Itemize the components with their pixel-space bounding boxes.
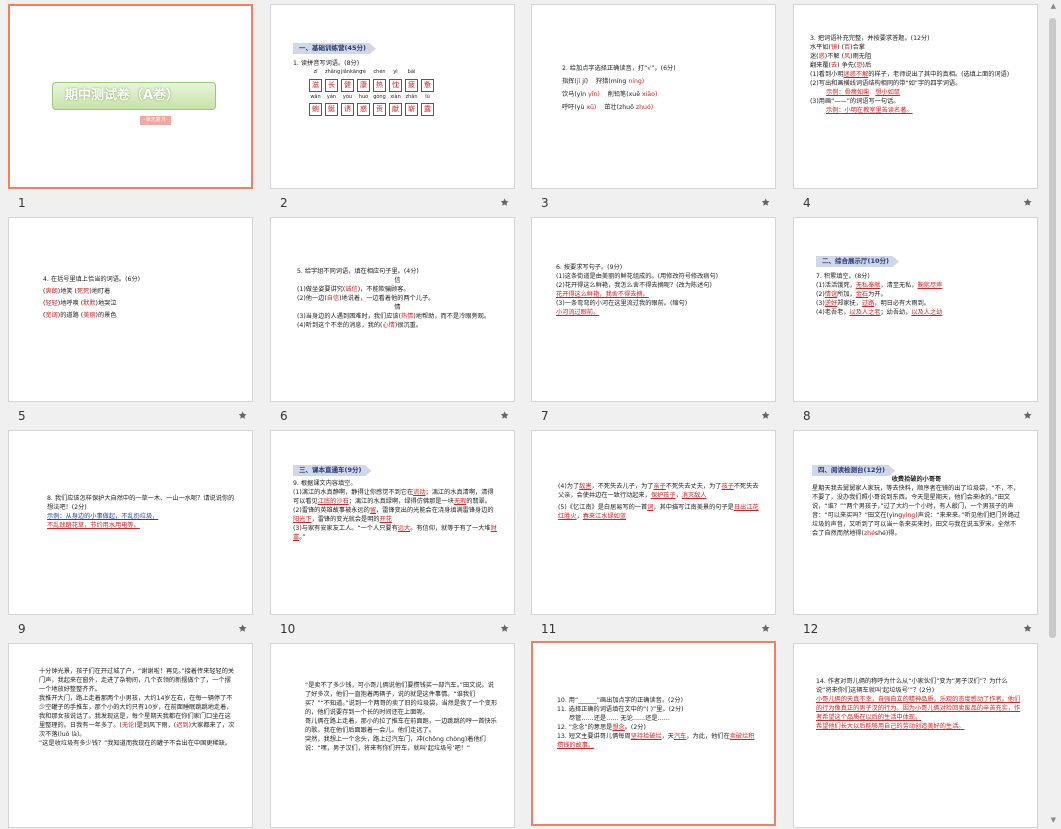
star-icon[interactable]: 🟊 <box>500 620 509 637</box>
star-icon[interactable]: 🟊 <box>761 407 770 424</box>
slide-thumbnail-15[interactable]: 10. 用“______”画出加点字的正确读音。(2分) 11. 选择正确的词语… <box>531 641 776 826</box>
question: 2. 给加点字选择正确读音，打“√”。(6分) <box>562 65 676 72</box>
pinyin-text: jiǎnkāng <box>341 69 363 76</box>
char-box: 蜒 <box>325 102 338 116</box>
star-icon[interactable]: 🟊 <box>761 194 770 211</box>
pinyin-row-1: zī zhǎng jiǎnkāng rè chén yì bài <box>309 69 498 76</box>
section-banner: 三、课本直通车(9分) <box>293 465 372 477</box>
question: 8. 我们应该怎样保护大自然中的一草一木、一山一水呢？请说说你的想法吧！(2分) <box>47 495 235 511</box>
slide-thumbnail-14[interactable]: “是卖不了多少钱，可小哥儿俩说他们要攒钱买一部汽车。”田文说。说了好多次，他们一… <box>270 643 515 828</box>
slide-number: 2 <box>280 196 288 210</box>
pinyin-text: yòu <box>342 93 353 100</box>
slide-title: 期中测试卷（A卷） <box>52 82 216 110</box>
slide-thumbnail-8[interactable]: 二、综合展示厅(10分) 7. 积累填空。(8分) (1)活活饿死，无私奉献，清… <box>793 217 1038 423</box>
pinyin-text: gòng <box>373 93 386 100</box>
slide-number: 11 <box>541 622 557 636</box>
section-banner: 二、综合展示厅(10分) <box>816 256 899 268</box>
slide-thumbnail-9[interactable]: 8. 我们应该怎样保护大自然中的一草一木、一山一水呢？请说说你的想法吧！(2分)… <box>8 430 253 636</box>
slide-thumbnail-4[interactable]: 3. 把词语补充完整，并按要求答题。(12分) 水平如(镜) (百)合掌 迷(惑… <box>793 4 1038 210</box>
slide-number: 6 <box>280 409 288 423</box>
char-box-row-2: 蜿蜒诱惑贡献崭露 <box>309 102 498 116</box>
slide-thumbnail-12[interactable]: 四、阅读检测台(12分) 收费拾破的小哥哥 星期天我去舅舅家人家玩，等去快料，顺… <box>793 430 1038 636</box>
question: 3. 把词语补充完整，并按要求答题。(12分) <box>810 35 930 42</box>
slide-thumbnail-3[interactable]: 2. 给加点字选择正确读音，打“√”。(6分) 指挥(jǐ jí) 狩猎(mín… <box>531 4 776 210</box>
scroll-thumb[interactable] <box>1049 18 1056 638</box>
star-icon[interactable]: 🟊 <box>500 407 509 424</box>
pinyin-text: zī <box>313 69 318 76</box>
pinyin-text: rè <box>360 69 367 76</box>
slide-thumbnail-5[interactable]: 4. 在括号里填上恰当的词语。(6分) (爽朗)地笑 (死死)地盯着 (轻轻)地… <box>8 217 253 423</box>
slide-number: 12 <box>803 622 819 636</box>
pinyin-text: wān <box>310 93 321 100</box>
question: 6. 按要求写句子。(9分) <box>556 264 623 271</box>
slide-thumbnail-6[interactable]: 5. 给字组不同词语，填在相应句子里。(4分) 信 (1)做坐姿要讲究(诚信)，… <box>270 217 515 423</box>
slide-thumbnail-11[interactable]: (4)为了敌害，不死失去儿子，为了亲子不死失去丈夫，为了孩子不死失去父亲，会使井… <box>531 430 776 636</box>
char-box: 露 <box>421 102 434 116</box>
char-box: 贡 <box>373 102 386 116</box>
star-icon[interactable]: 🟊 <box>238 620 247 637</box>
star-icon[interactable]: 🟊 <box>1023 620 1032 637</box>
slide-number: 9 <box>18 622 26 636</box>
char-box: 献 <box>389 102 402 116</box>
pinyin-text: chén <box>373 69 386 76</box>
char-box: 惑 <box>357 102 370 116</box>
char-box-row-1: 滋长健康热忱疲惫 <box>309 78 498 92</box>
passage-text: 星期天我去舅舅家人家玩，等去快料，顺序者在镜的出了垃圾袋，“不，不，不要了，没办… <box>812 485 1021 538</box>
char-box: 蜿 <box>309 102 322 116</box>
char-box: 康 <box>357 78 370 92</box>
star-icon[interactable]: 🟊 <box>500 194 509 211</box>
question: 4. 在括号里填上恰当的词语。(6分) <box>43 276 141 283</box>
star-icon[interactable]: 🟊 <box>238 407 247 424</box>
char-box: 诱 <box>341 102 354 116</box>
scroll-up-icon[interactable]: ▲ <box>1051 2 1056 10</box>
slide-thumbnail-1[interactable]: 期中测试卷（A卷） ·单元复习· 1 <box>8 4 253 210</box>
vertical-scrollbar[interactable]: ▲ ▼ <box>1049 0 1059 829</box>
pinyin-text: bài <box>407 69 416 76</box>
slide-number: 3 <box>541 196 549 210</box>
char-box: 滋 <box>309 78 322 92</box>
slide-number: 4 <box>803 196 811 210</box>
pinyin-text: yì <box>393 69 398 76</box>
section-banner: 一、基础训练营(45分) <box>293 43 376 55</box>
pinyin-row-2: wān yán yòu huò gòng xiàn zhǎn lù <box>309 94 498 101</box>
star-icon[interactable]: 🟊 <box>761 620 770 637</box>
slide-number: 5 <box>18 409 26 423</box>
char-box: 热 <box>373 78 386 92</box>
slide-thumbnail-13[interactable]: 十分钟光景，孩子们在开过城了户，“谢谢啦！再见。”接着传来轻轻的关门声，我起来在… <box>8 643 253 828</box>
slide-thumbnail-10[interactable]: 三、课本直通车(9分) 9. 根据课文内容填空。 (1)漓江的水真静啊，静得让你… <box>270 430 515 636</box>
pinyin-text: lù <box>425 93 430 100</box>
char-box: 惫 <box>421 78 434 92</box>
char-box: 忱 <box>389 78 402 92</box>
pinyin-text: xiàn <box>390 93 401 100</box>
pinyin-text: yán <box>326 93 337 100</box>
char-box: 崭 <box>405 102 418 116</box>
char-box: 疲 <box>405 78 418 92</box>
section-banner: 四、阅读检测台(12分) <box>812 465 895 477</box>
question: 5. 给字组不同词语，填在相应句子里。(4分) <box>297 268 419 275</box>
char-box: 健 <box>341 78 354 92</box>
slide-thumbnail-7[interactable]: 6. 按要求写句子。(9分) (1)这条街道是由美丽的鲜花组成的。(用修改符号修… <box>531 217 776 423</box>
slide-number: 10 <box>280 622 296 636</box>
char-box: 长 <box>325 78 338 92</box>
pinyin-text: zhǎn <box>405 93 418 100</box>
pinyin-text: zhǎng <box>325 69 341 76</box>
slide-number: 7 <box>541 409 549 423</box>
star-icon[interactable]: 🟊 <box>1023 407 1032 424</box>
slide-thumbnail-16[interactable]: 14. 作者对哥儿俩的称呼为什么从“小家伙们”变为“男子汉们”？为什么说“将来你… <box>793 643 1038 828</box>
scroll-down-icon[interactable]: ▼ <box>1051 816 1056 824</box>
slide-number: 8 <box>803 409 811 423</box>
question: 14. 作者对哥儿俩的称呼为什么从“小家伙们”变为“男子汉们”？为什么说“将来你… <box>816 678 1008 694</box>
pinyin-text: huò <box>358 93 369 100</box>
slide-number: 1 <box>18 196 26 210</box>
slide-subtitle: ·单元复习· <box>140 116 172 126</box>
slide-thumbnail-2[interactable]: 一、基础训练营(45分) 1. 读拼音写词语。(8分) zī zhǎng jiǎnk… <box>270 4 515 210</box>
star-icon[interactable]: 🟊 <box>1023 194 1032 211</box>
